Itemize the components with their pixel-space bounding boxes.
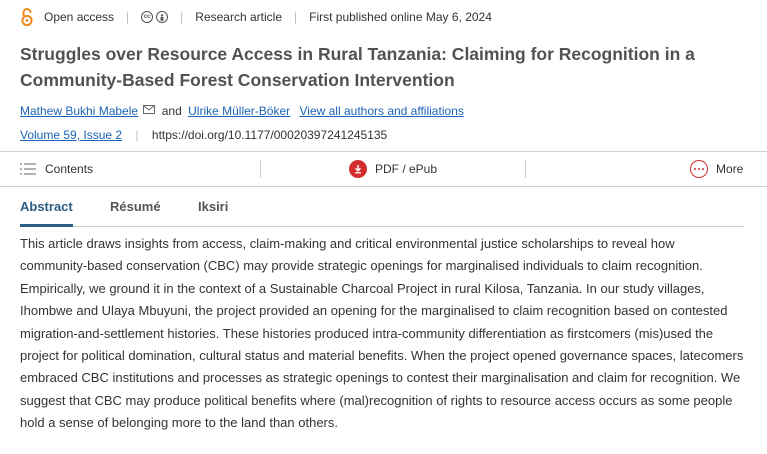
author-link[interactable]: Mathew Bukhi Mabele [20,104,138,118]
more-icon [690,160,708,178]
pdf-epub-label: PDF / ePub [375,162,438,176]
contents-button[interactable]: Contents [20,152,93,186]
tab-abstract[interactable]: Abstract [20,187,73,227]
article-toolbar: Contents PDF / ePub More [0,151,767,187]
published-date: First published online May 6, 2024 [309,10,492,24]
volume-issue-link[interactable]: Volume 59, Issue 2 [20,128,122,142]
separator: | [135,128,139,142]
license-icons[interactable]: cc [141,11,169,23]
mail-icon[interactable] [143,105,156,114]
separator: | [294,10,298,24]
toolbar-divider [260,160,261,178]
view-all-authors-link[interactable]: View all authors and affiliations [300,104,464,118]
contents-label: Contents [45,162,94,176]
and-text: and [161,104,182,118]
article-meta-row: Open access | cc | Research article | Fi… [20,7,492,27]
more-button[interactable]: More [690,152,743,186]
open-access-icon [21,8,33,27]
article-title: Struggles over Resource Access in Rural … [20,44,695,90]
author-list: Mathew Bukhi Mabele and Ulrike Müller-Bö… [20,104,464,118]
tab-resume[interactable]: Résumé [110,187,161,225]
toolbar-divider [525,160,526,178]
abstract-tabs: Abstract Résumé Iksiri [20,187,744,227]
pdf-epub-button[interactable]: PDF / ePub [349,152,437,186]
by-icon [156,11,169,23]
cc-icon: cc [141,11,154,23]
author-link[interactable]: Ulrike Müller-Böker [188,104,290,118]
separator: | [180,10,184,24]
more-label: More [716,162,744,176]
abstract-text: This article draws insights from access,… [20,236,744,431]
article-type: Research article [195,10,282,24]
issue-row: Volume 59, Issue 2 | https://doi.org/10.… [20,128,387,142]
download-icon [349,160,367,178]
list-icon [20,163,36,175]
tab-iksiri[interactable]: Iksiri [198,187,228,225]
doi-link[interactable]: https://doi.org/10.1177/0002039724124513… [152,128,387,142]
open-access-label: Open access [44,10,115,24]
separator: | [126,10,130,24]
